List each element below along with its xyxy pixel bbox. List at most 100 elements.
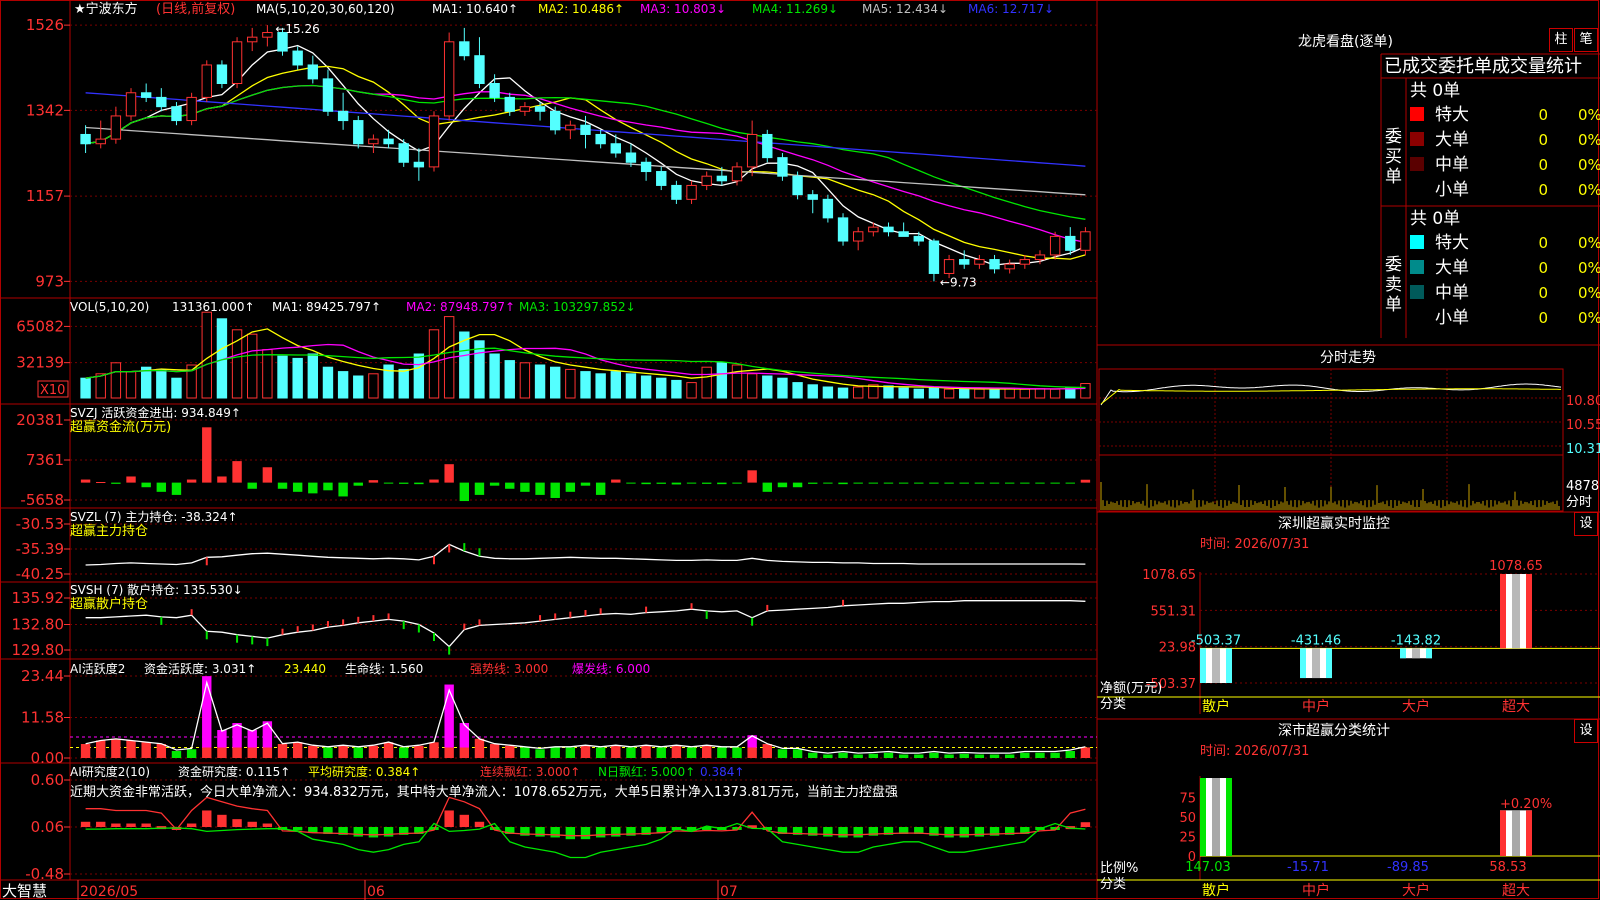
volume-bar <box>292 357 303 399</box>
classify-bar-edge <box>1500 810 1506 856</box>
candle-body <box>1049 235 1061 256</box>
fund-flow-bar <box>1065 482 1075 484</box>
activity-bar <box>459 723 470 748</box>
activity-bar <box>565 747 576 758</box>
research-bar <box>232 819 242 827</box>
research-bar <box>535 827 545 837</box>
candle-body <box>686 184 697 200</box>
volume-bar <box>140 366 152 399</box>
fund-flow-bar <box>126 476 136 483</box>
classify-bar <box>1200 778 1232 856</box>
vol-ma-value-1: MA1: 89425.797↑ <box>272 300 381 314</box>
activity-bar <box>1065 751 1075 758</box>
ai2-comment: 近期大资金非常活跃，今日大单净流入：934.832万元，其中特大单净流入：107… <box>70 784 898 800</box>
candle-body <box>489 83 500 98</box>
volume-bar <box>595 373 606 399</box>
main-holding-line <box>85 543 1086 566</box>
monitor-bar-edge <box>1526 574 1532 649</box>
activity-bar <box>505 745 515 758</box>
fund-flow-bar <box>732 482 742 484</box>
volume-bar <box>1019 388 1031 399</box>
buy-side-label-char: 买 <box>1385 147 1402 167</box>
candle-body <box>716 175 728 182</box>
candle-body <box>580 124 591 135</box>
volume-bar <box>625 373 637 399</box>
y-tick-label: 23.44 <box>21 667 64 685</box>
ma-value-1: MA1: 10.640↑ <box>432 2 518 16</box>
fund-flow-bar <box>777 482 788 488</box>
candle-body <box>974 259 985 265</box>
sell-color-swatch <box>1410 260 1424 274</box>
y-tick-label: 7361 <box>26 451 64 469</box>
research-bar <box>611 827 621 837</box>
monitor-time: 时间: 2026/07/31 <box>1200 537 1309 552</box>
classify-category: 中户 <box>1302 882 1330 899</box>
retail-holding-line <box>85 600 1086 648</box>
x-tick-label: 06 <box>367 884 385 900</box>
column-view-button[interactable]: 柱 <box>1549 28 1573 52</box>
fund-flow-bar <box>550 482 560 498</box>
candle-body <box>247 36 258 43</box>
buy-side-label-char: 委 <box>1385 127 1402 147</box>
activity-bar <box>202 747 212 758</box>
tick-view-button[interactable]: 笔 <box>1574 28 1598 52</box>
fund-flow-bar <box>368 480 379 483</box>
research-bar <box>262 823 273 827</box>
intraday-y-label: 10.80 <box>1566 394 1600 409</box>
activity-bar <box>1020 752 1030 758</box>
monitor-bar <box>1500 574 1532 649</box>
volume-bar <box>701 366 712 399</box>
monitor-value-label: -503.37 <box>1191 633 1241 648</box>
svzl-label: SVZL (7) 主力持仓: -38.324↑ <box>70 509 238 524</box>
monitor-bar-edge <box>1300 648 1306 679</box>
sell-color-swatch <box>1410 285 1424 299</box>
sell-side-label-char: 单 <box>1385 295 1402 315</box>
volume-bar <box>1065 387 1076 399</box>
classify-bar-shade <box>1512 810 1520 856</box>
fund-flow-bar <box>747 470 757 483</box>
activity-bar <box>171 751 182 758</box>
candle-body <box>777 157 788 177</box>
activity-bar <box>111 738 121 758</box>
y-tick-label: 1342 <box>26 101 64 119</box>
svsh-sub: 超赢散户持仓 <box>70 596 148 612</box>
monitor-bar-edge <box>1500 574 1506 649</box>
research-bar <box>383 827 394 837</box>
candle-body <box>928 240 940 274</box>
activity-bar <box>838 752 848 758</box>
volume-bar <box>913 388 924 399</box>
research-bar <box>823 827 833 837</box>
fund-flow-bar <box>898 482 909 484</box>
activity-bar <box>368 745 379 758</box>
fund-flow-bar <box>520 482 530 492</box>
fund-flow-bar <box>353 482 363 486</box>
y-tick-label: 0.00 <box>31 749 64 767</box>
candle-body <box>746 133 758 168</box>
activity-bar <box>732 747 742 758</box>
y-tick-label: 1157 <box>26 187 64 205</box>
buy-color-swatch <box>1410 132 1424 146</box>
y-tick-label: -5658 <box>20 491 64 509</box>
fund-flow-bar <box>717 482 727 485</box>
candle-body <box>534 106 546 112</box>
y-tick-label: -30.53 <box>16 515 64 533</box>
fund-flow-bar <box>308 482 318 494</box>
activity-bar <box>292 742 303 758</box>
fund-flow-bar <box>701 482 712 484</box>
research-bar <box>474 821 485 827</box>
candle-body <box>216 64 228 84</box>
fund-flow-bar <box>186 479 197 483</box>
volume-bar <box>171 377 182 399</box>
monitor-settings-button[interactable]: 设 <box>1574 512 1598 536</box>
activity-bar <box>202 676 212 748</box>
stock-chart[interactable]: 1526 1342 1157 973 ←15.26 ←9.73 ★宁波东方 (日线,前复权) M… <box>0 0 1600 900</box>
classify-value-label: -15.71 <box>1287 860 1329 875</box>
fund-flow-bar <box>459 482 470 502</box>
fund-flow-bar <box>626 482 636 484</box>
classify-settings-button[interactable]: 设 <box>1574 719 1598 743</box>
research-bar <box>444 810 454 827</box>
activity-bar <box>580 745 591 758</box>
candle-body <box>837 217 849 242</box>
dragon-title: 龙虎看盘(逐单) <box>1298 33 1393 50</box>
activity-bar <box>883 752 894 758</box>
